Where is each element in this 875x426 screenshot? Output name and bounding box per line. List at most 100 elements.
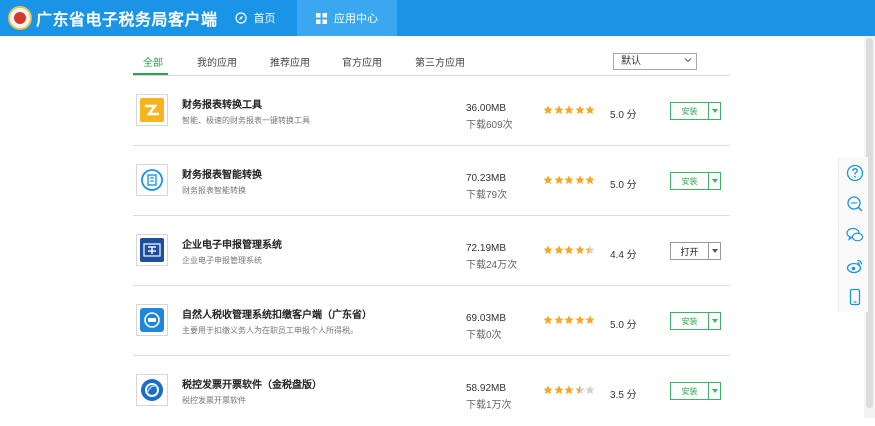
sort-select[interactable]: 默认: [613, 53, 697, 70]
install-button-group: 安装: [670, 382, 721, 400]
star-icon: [574, 385, 585, 395]
star-icon: [543, 385, 553, 395]
active-tab-indicator: [133, 73, 168, 75]
star-icon: [553, 315, 564, 325]
weibo-icon[interactable]: [845, 256, 865, 276]
star-icon: [553, 175, 564, 185]
star-icon: [585, 175, 595, 185]
star-icon: [585, 245, 595, 255]
install-button[interactable]: 安装: [670, 172, 709, 190]
app-description: 企业电子申报管理系统: [182, 256, 262, 265]
install-button-group: 安装: [670, 172, 721, 190]
tax-app-icon[interactable]: [136, 234, 168, 266]
tab-recommended[interactable]: 推荐应用: [270, 54, 310, 69]
star-icon: [543, 245, 553, 255]
star-icon: [553, 105, 564, 115]
app-name[interactable]: 自然人税收管理系统扣缴客户端（广东省）: [182, 306, 372, 321]
star-rating: [543, 385, 596, 395]
star-rating: [543, 105, 596, 115]
star-icon: [564, 245, 574, 255]
download-count: 下载609次: [466, 120, 513, 131]
help-icon[interactable]: [845, 163, 865, 183]
app-size: 72.19MB: [466, 243, 507, 254]
caret-down-icon: [711, 249, 718, 253]
star-icon: [574, 175, 585, 185]
app-title: 广东省电子税务局客户端: [36, 12, 218, 29]
action-dropdown[interactable]: [709, 312, 721, 330]
compass-icon: [234, 12, 247, 24]
star-icon: [585, 105, 595, 115]
install-button[interactable]: 安装: [670, 102, 709, 120]
star-icon: [564, 385, 574, 395]
tab-my-apps[interactable]: 我的应用: [197, 54, 237, 69]
install-button[interactable]: 安装: [670, 382, 709, 400]
chevron-down-icon: [684, 58, 692, 63]
caret-down-icon: [711, 319, 718, 323]
nav-app-center-label: 应用中心: [334, 13, 378, 25]
download-count: 下载0次: [466, 330, 502, 341]
app-size: 69.03MB: [466, 313, 507, 324]
withholding-client-icon[interactable]: [136, 304, 168, 336]
action-dropdown[interactable]: [709, 172, 721, 190]
star-icon: [543, 175, 553, 185]
grid-icon: [316, 12, 327, 24]
app-name[interactable]: 税控发票开票软件（金税盘版）: [182, 376, 322, 391]
app-description: 财务报表智能转换: [182, 186, 246, 195]
app-row: 财务报表智能转换 财务报表智能转换 70.23MB 下载79次 5.0 分 安装: [133, 146, 730, 216]
rating-score: 4.4 分: [610, 250, 637, 261]
top-bar: 广东省电子税务局客户端 首页 应用中心: [0, 0, 875, 36]
caret-down-icon: [711, 109, 718, 113]
app-row: 税控发票开票软件（金税盘版） 税控发票开票软件 58.92MB 下载1万次 3.…: [133, 356, 730, 426]
sort-select-value: 默认: [621, 56, 641, 67]
star-rating: [543, 175, 596, 185]
star-icon: [553, 245, 564, 255]
invoice-software-icon[interactable]: [136, 374, 168, 406]
app-name[interactable]: 财务报表转换工具: [182, 96, 262, 111]
smart-conversion-icon[interactable]: [136, 164, 168, 196]
conversion-tool-icon[interactable]: [136, 94, 168, 126]
tab-official[interactable]: 官方应用: [342, 54, 382, 69]
app-size: 36.00MB: [466, 103, 507, 114]
nav-home[interactable]: 首页: [213, 0, 297, 36]
app-description: 税控发票开票软件: [182, 396, 246, 405]
action-dropdown[interactable]: [709, 242, 721, 260]
caret-down-icon: [711, 389, 718, 393]
rating-score: 3.5 分: [610, 390, 637, 401]
mobile-icon[interactable]: [845, 287, 865, 307]
star-icon: [585, 315, 595, 325]
install-button[interactable]: 安装: [670, 312, 709, 330]
rating-score: 5.0 分: [610, 320, 637, 331]
caret-down-icon: [711, 179, 718, 183]
star-icon: [574, 315, 585, 325]
nav-home-label: 首页: [253, 13, 276, 25]
star-icon: [543, 315, 553, 325]
search-icon[interactable]: [845, 194, 865, 214]
app-row: 自然人税收管理系统扣缴客户端（广东省） 主要用于扣缴义务人为在职员工申报个人所得…: [133, 286, 730, 356]
app-row: 财务报表转换工具 智能、极速的财务报表一键转换工具 36.00MB 下载609次…: [133, 76, 730, 146]
open-button[interactable]: 打开: [670, 242, 709, 260]
star-rating: [543, 245, 596, 255]
tab-all[interactable]: 全部: [143, 54, 163, 69]
rating-score: 5.0 分: [610, 110, 637, 121]
brand: 广东省电子税务局客户端: [8, 5, 218, 31]
app-name[interactable]: 企业电子申报管理系统: [182, 236, 282, 251]
download-count: 下载1万次: [466, 400, 512, 411]
download-count: 下载79次: [466, 190, 508, 201]
star-icon: [574, 105, 585, 115]
star-icon: [543, 105, 553, 115]
star-icon: [574, 245, 585, 255]
download-count: 下载24万次: [466, 260, 518, 271]
floating-toolbar: [838, 157, 868, 312]
action-dropdown[interactable]: [709, 382, 721, 400]
action-dropdown[interactable]: [709, 102, 721, 120]
nav-app-center[interactable]: 应用中心: [297, 0, 397, 36]
star-icon: [585, 385, 595, 395]
rating-score: 5.0 分: [610, 180, 637, 191]
chat-icon[interactable]: [845, 225, 865, 245]
star-icon: [564, 175, 574, 185]
app-name[interactable]: 财务报表智能转换: [182, 166, 262, 181]
open-button-group: 打开: [670, 242, 721, 260]
tab-third-party[interactable]: 第三方应用: [415, 54, 465, 69]
star-icon: [564, 105, 574, 115]
app-description: 智能、极速的财务报表一键转换工具: [182, 116, 310, 125]
